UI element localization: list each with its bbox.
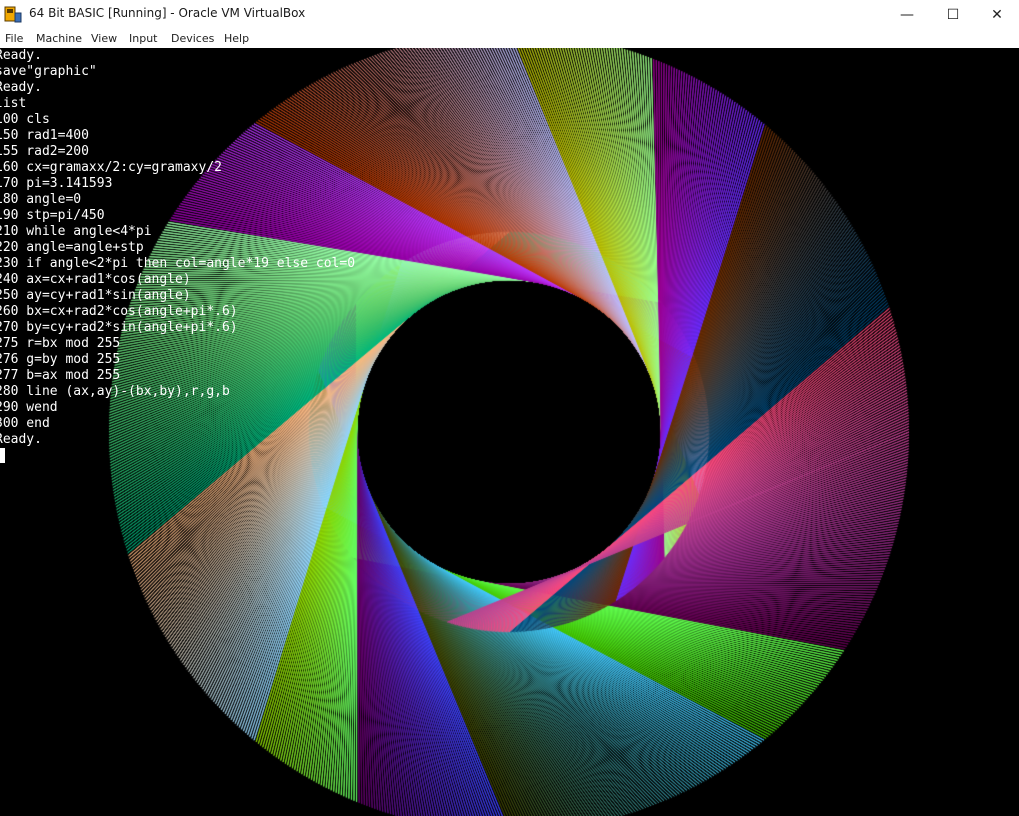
console-line: 210 while angle<4*pi [0, 224, 152, 239]
console-line: 190 stp=pi/450 [0, 208, 105, 223]
console-line: 250 ay=cy+rad1*sin(angle) [0, 288, 191, 303]
console-line: 155 rad2=200 [0, 144, 89, 159]
text-cursor [0, 448, 5, 463]
console-line: 277 b=ax mod 255 [0, 368, 121, 383]
menu-bar: File Machine View Input Devices Help [0, 29, 1019, 49]
console-line: 100 cls [0, 112, 50, 127]
console-line: 240 ax=cx+rad1*cos(angle) [0, 272, 191, 287]
console-line: 180 angle=0 [0, 192, 82, 207]
console-line: 276 g=by mod 255 [0, 352, 121, 367]
title-bar[interactable]: 64 Bit BASIC [Running] - Oracle VM Virtu… [0, 0, 1019, 29]
vm-display[interactable]: Ready.save"graphic"Ready.list100 cls150 … [0, 48, 1019, 816]
window-title: 64 Bit BASIC [Running] - Oracle VM Virtu… [29, 6, 306, 20]
console-line: 220 angle=angle+stp [0, 240, 144, 255]
console-line: 280 line (ax,ay)-(bx,by),r,g,b [0, 384, 230, 399]
virtualbox-window: 64 Bit BASIC [Running] - Oracle VM Virtu… [0, 0, 1019, 816]
maximize-button[interactable]: ☐ [930, 0, 976, 29]
menu-machine[interactable]: Machine [36, 32, 82, 45]
virtualbox-app-icon [4, 6, 22, 23]
close-button[interactable]: ✕ [974, 0, 1019, 29]
menu-view[interactable]: View [91, 32, 117, 45]
console-line: 150 rad1=400 [0, 128, 89, 143]
close-icon: ✕ [991, 6, 1003, 23]
console-line: 300 end [0, 416, 50, 431]
console-line: Ready. [0, 48, 42, 63]
console-line: Ready. [0, 432, 42, 447]
menu-help[interactable]: Help [224, 32, 249, 45]
console-line: 170 pi=3.141593 [0, 176, 113, 191]
console-line: Ready. [0, 80, 42, 95]
basic-console: Ready.save"graphic"Ready.list100 cls150 … [0, 48, 355, 448]
console-line: 160 cx=gramaxx/2:cy=gramaxy/2 [0, 160, 222, 175]
console-line: save"graphic" [0, 64, 97, 79]
console-line: 270 by=cy+rad2*sin(angle+pi*.6) [0, 320, 238, 335]
console-line: 275 r=bx mod 255 [0, 336, 121, 351]
maximize-icon: ☐ [946, 6, 960, 23]
menu-devices[interactable]: Devices [171, 32, 214, 45]
console-line: 260 bx=cx+rad2*cos(angle+pi*.6) [0, 304, 238, 319]
menu-file[interactable]: File [5, 32, 23, 45]
console-line: 290 wend [0, 400, 58, 415]
menu-input[interactable]: Input [129, 32, 157, 45]
minimize-icon: — [900, 6, 914, 23]
console-line: list [0, 96, 27, 111]
minimize-button[interactable]: — [884, 0, 930, 29]
console-line: 230 if angle<2*pi then col=angle*19 else… [0, 256, 356, 271]
